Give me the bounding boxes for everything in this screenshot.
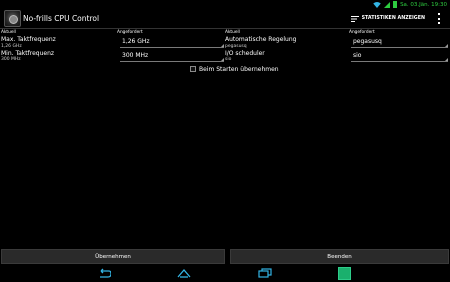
status-time: Sa. 03.Jän. 19:30 (400, 1, 447, 8)
governor-label: Automatische Regelung (225, 36, 297, 43)
max-frequency-spinner[interactable]: 1,26 GHz (120, 36, 224, 48)
spinner-arrow-icon (221, 44, 224, 47)
quit-button[interactable]: Beenden (230, 249, 449, 264)
status-bar: Sa. 03.Jän. 19:30 (0, 0, 450, 9)
right-current-header: Aktuell (225, 30, 240, 35)
max-frequency-current: 1,26 GHz (1, 44, 22, 49)
max-frequency-label: Max. Taktfrequenz (1, 36, 56, 43)
statistics-icon (350, 15, 359, 22)
show-statistics-label: STATISTIKEN ANZEIGEN (361, 16, 425, 21)
max-frequency-value: 1,26 GHz (122, 38, 150, 45)
spinner-arrow-icon (221, 58, 224, 61)
app-logo-icon (4, 10, 21, 27)
show-statistics-button[interactable]: STATISTIKEN ANZEIGEN (350, 13, 425, 24)
right-requested-header: Angefordert (349, 30, 375, 35)
left-requested-header: Angefordert (117, 30, 143, 35)
recents-icon[interactable] (258, 268, 272, 278)
app-shortcut-icon[interactable] (338, 267, 351, 280)
wifi-icon (373, 1, 381, 8)
status-right: Sa. 03.Jän. 19:30 (373, 0, 447, 9)
app-title: No-frills CPU Control (23, 14, 100, 23)
home-icon[interactable] (177, 268, 191, 278)
apply-on-boot-label[interactable]: Beim Starten übernehmen (199, 66, 279, 73)
navigation-bar (0, 265, 450, 282)
back-icon[interactable] (97, 268, 111, 278)
overflow-menu-button[interactable] (436, 13, 442, 24)
min-frequency-value: 300 MHz (122, 52, 149, 59)
apply-on-boot-checkbox[interactable] (190, 66, 196, 72)
signal-icon (384, 1, 391, 8)
io-scheduler-value: sio (353, 52, 362, 59)
spinner-arrow-icon (445, 44, 448, 47)
governor-value: pegasusq (353, 38, 382, 45)
action-bar-divider (0, 28, 450, 29)
io-scheduler-label: I/O scheduler (225, 50, 265, 57)
governor-spinner[interactable]: pegasusq (351, 36, 448, 48)
io-scheduler-spinner[interactable]: sio (351, 50, 448, 62)
spinner-arrow-icon (445, 58, 448, 61)
min-frequency-label: Min. Taktfrequenz (1, 50, 55, 57)
apply-button[interactable]: Übernehmen (1, 249, 225, 264)
battery-icon (393, 1, 398, 8)
left-current-header: Aktuell (1, 30, 16, 35)
io-scheduler-current: sio (225, 57, 232, 62)
governor-current: pegasusq (225, 44, 247, 49)
overflow-dot (438, 13, 440, 15)
min-frequency-current: 300 MHz (1, 57, 21, 62)
action-bar: No-frills CPU Control STATISTIKEN ANZEIG… (0, 9, 450, 28)
min-frequency-spinner[interactable]: 300 MHz (120, 50, 224, 62)
overflow-dot (438, 17, 440, 20)
overflow-dot (438, 22, 440, 24)
